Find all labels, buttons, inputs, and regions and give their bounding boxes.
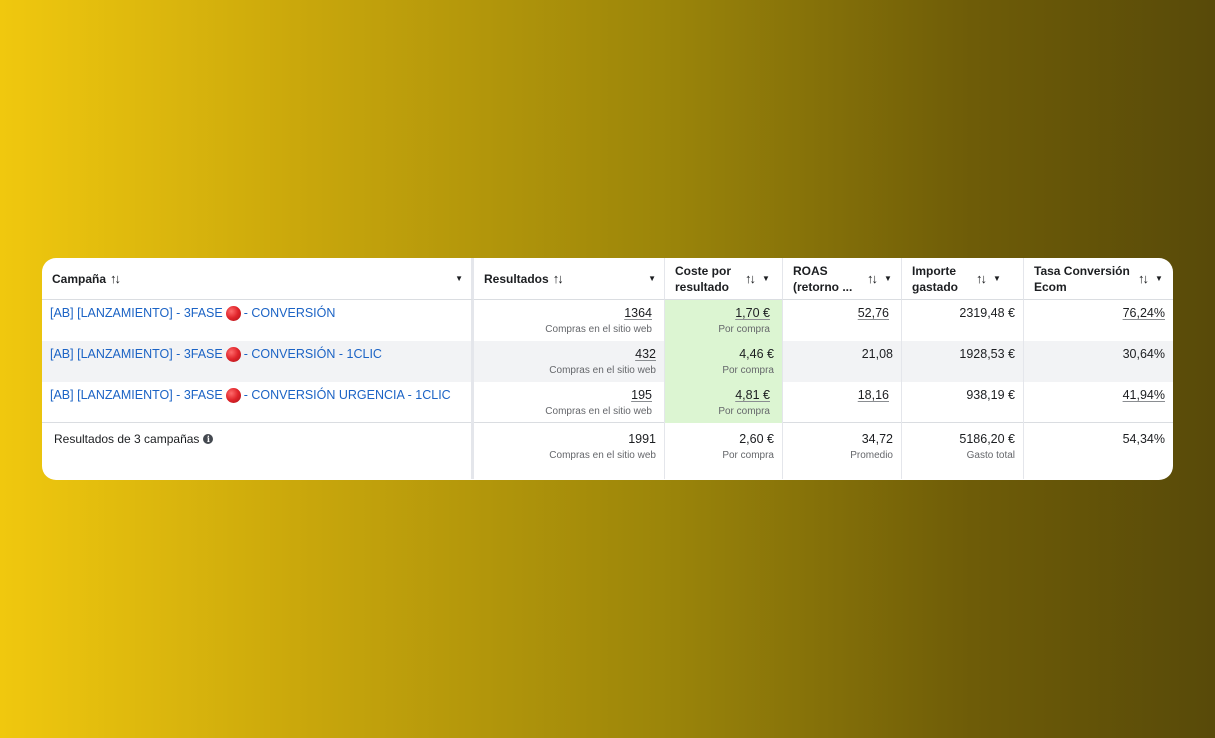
header-campaign-label: Campaña ↑↓ <box>52 270 121 286</box>
cost-cell: 1,70 € Por compra <box>665 300 783 341</box>
dropdown-caret-icon[interactable]: ▼ <box>884 271 892 287</box>
dropdown-caret-icon[interactable]: ▼ <box>455 271 463 287</box>
cost-value: 4,46 € <box>739 347 774 361</box>
dropdown-caret-icon[interactable]: ▼ <box>762 271 770 287</box>
roas-cell: 52,76 <box>783 300 902 341</box>
results-value[interactable]: 432 <box>635 347 656 361</box>
totals-label: Resultados de 3 campañas <box>54 432 200 446</box>
spent-value: 2319,48 € <box>959 306 1015 320</box>
roas-value[interactable]: 52,76 <box>858 306 889 320</box>
roas-cell: 18,16 <box>783 382 902 423</box>
header-results[interactable]: Resultados ↑↓ ▼ <box>474 258 665 300</box>
sort-icon[interactable]: ↑↓ <box>867 271 878 287</box>
campaign-cell: [AB] [LANZAMIENTO] - 3FASE - CONVERSIÓN -… <box>42 341 474 382</box>
sort-icon[interactable]: ↑↓ <box>976 271 987 287</box>
total-results-cell: 1991 Compras en el sitio web <box>474 423 665 479</box>
roas-cell: 21,08 <box>783 341 902 382</box>
sort-icon[interactable]: ↑↓ <box>745 271 756 287</box>
sort-icon[interactable]: ↑↓ <box>553 271 564 286</box>
rate-cell: 30,64% <box>1024 341 1173 382</box>
results-cell: 432 Compras en el sitio web <box>474 341 665 382</box>
roas-value: 21,08 <box>861 347 893 361</box>
cost-subtitle: Por compra <box>718 406 770 417</box>
header-results-label: Resultados ↑↓ <box>484 270 564 286</box>
campaign-cell: [AB] [LANZAMIENTO] - 3FASE - CONVERSIÓN <box>42 300 474 341</box>
results-cell: 195 Compras en el sitio web <box>474 382 665 423</box>
sort-icon[interactable]: ↑↓ <box>110 271 121 286</box>
cost-cell: 4,81 € Por compra <box>665 382 783 423</box>
header-roas-label: ROAS (retorno ... <box>793 263 853 294</box>
totals-label-cell: Resultados de 3 campañas i <box>42 423 474 479</box>
rate-value: 30,64% <box>1122 347 1165 361</box>
total-results-subtitle: Compras en el sitio web <box>549 450 656 461</box>
roas-value[interactable]: 18,16 <box>858 388 889 402</box>
campaign-link[interactable]: [AB] [LANZAMIENTO] - 3FASE - CONVERSIÓN <box>50 305 463 322</box>
rate-value[interactable]: 76,24% <box>1123 306 1165 320</box>
cost-value[interactable]: 1,70 € <box>735 306 770 320</box>
campaign-link[interactable]: [AB] [LANZAMIENTO] - 3FASE - CONVERSIÓN U… <box>50 387 463 404</box>
spent-cell: 2319,48 € <box>902 300 1024 341</box>
total-roas-cell: 34,72 Promedio <box>783 423 902 479</box>
total-rate-cell: 54,34% <box>1024 423 1173 479</box>
red-circle-icon <box>225 306 241 321</box>
cost-subtitle: Por compra <box>718 324 770 335</box>
campaign-table: Campaña ↑↓ ▼ Resultados ↑↓ ▼ Coste por res… <box>42 258 1173 300</box>
table-row: [AB] [LANZAMIENTO] - 3FASE - CONVERSIÓN 1… <box>42 300 1173 341</box>
rate-cell: 76,24% <box>1024 300 1173 341</box>
header-cost-label: Coste por resultado <box>675 263 732 294</box>
spent-value: 1928,53 € <box>959 347 1015 361</box>
results-subtitle: Compras en el sitio web <box>545 406 652 417</box>
header-conversion-rate[interactable]: Tasa Conversión Ecom ↑↓ ▼ <box>1024 258 1173 300</box>
results-value[interactable]: 195 <box>631 388 652 402</box>
dropdown-caret-icon[interactable]: ▼ <box>993 271 1001 287</box>
results-cell: 1364 Compras en el sitio web <box>474 300 665 341</box>
campaign-link[interactable]: [AB] [LANZAMIENTO] - 3FASE - CONVERSIÓN -… <box>50 346 463 363</box>
results-subtitle: Compras en el sitio web <box>545 324 652 335</box>
red-circle-icon <box>225 347 241 362</box>
results-value[interactable]: 1364 <box>624 306 652 320</box>
red-circle-icon <box>225 388 241 403</box>
header-campaign[interactable]: Campaña ↑↓ ▼ <box>42 258 474 300</box>
total-roas-value: 34,72 <box>861 432 893 446</box>
sort-icon[interactable]: ↑↓ <box>1138 271 1149 287</box>
rate-cell: 41,94% <box>1024 382 1173 423</box>
table-row: [AB] [LANZAMIENTO] - 3FASE - CONVERSIÓN U… <box>42 382 1173 423</box>
cost-subtitle: Por compra <box>722 365 774 376</box>
header-amount-spent[interactable]: Importe gastado ↑↓ ▼ <box>902 258 1024 300</box>
total-cost-cell: 2,60 € Por compra <box>665 423 783 479</box>
rate-value[interactable]: 41,94% <box>1123 388 1165 402</box>
header-spent-label: Importe gastado <box>912 263 959 294</box>
header-cost-per-result[interactable]: Coste por resultado ↑↓ ▼ <box>665 258 783 300</box>
header-rate-label: Tasa Conversión Ecom <box>1034 263 1130 294</box>
campaign-cell: [AB] [LANZAMIENTO] - 3FASE - CONVERSIÓN U… <box>42 382 474 423</box>
info-icon[interactable]: i <box>203 434 214 444</box>
total-spent-cell: 5186,20 € Gasto total <box>902 423 1024 479</box>
total-spent-value: 5186,20 € <box>959 432 1015 446</box>
spent-cell: 1928,53 € <box>902 341 1024 382</box>
table-row: [AB] [LANZAMIENTO] - 3FASE - CONVERSIÓN -… <box>42 341 1173 382</box>
total-rate-value: 54,34% <box>1122 432 1165 446</box>
results-subtitle: Compras en el sitio web <box>549 365 656 376</box>
total-cost-value: 2,60 € <box>739 432 774 446</box>
campaign-table-card: Campaña ↑↓ ▼ Resultados ↑↓ ▼ Coste por res… <box>42 258 1173 480</box>
totals-row: Resultados de 3 campañas i 1991 Compras e… <box>42 423 1173 479</box>
cost-cell: 4,46 € Por compra <box>665 341 783 382</box>
total-roas-subtitle: Promedio <box>850 450 893 461</box>
spent-value: 938,19 € <box>966 388 1015 402</box>
spent-cell: 938,19 € <box>902 382 1024 423</box>
total-cost-subtitle: Por compra <box>722 450 774 461</box>
cost-value[interactable]: 4,81 € <box>735 388 770 402</box>
total-spent-subtitle: Gasto total <box>966 450 1015 461</box>
total-results-value: 1991 <box>628 432 656 446</box>
header-roas[interactable]: ROAS (retorno ... ↑↓ ▼ <box>783 258 902 300</box>
dropdown-caret-icon[interactable]: ▼ <box>648 271 656 287</box>
dropdown-caret-icon[interactable]: ▼ <box>1155 271 1163 287</box>
